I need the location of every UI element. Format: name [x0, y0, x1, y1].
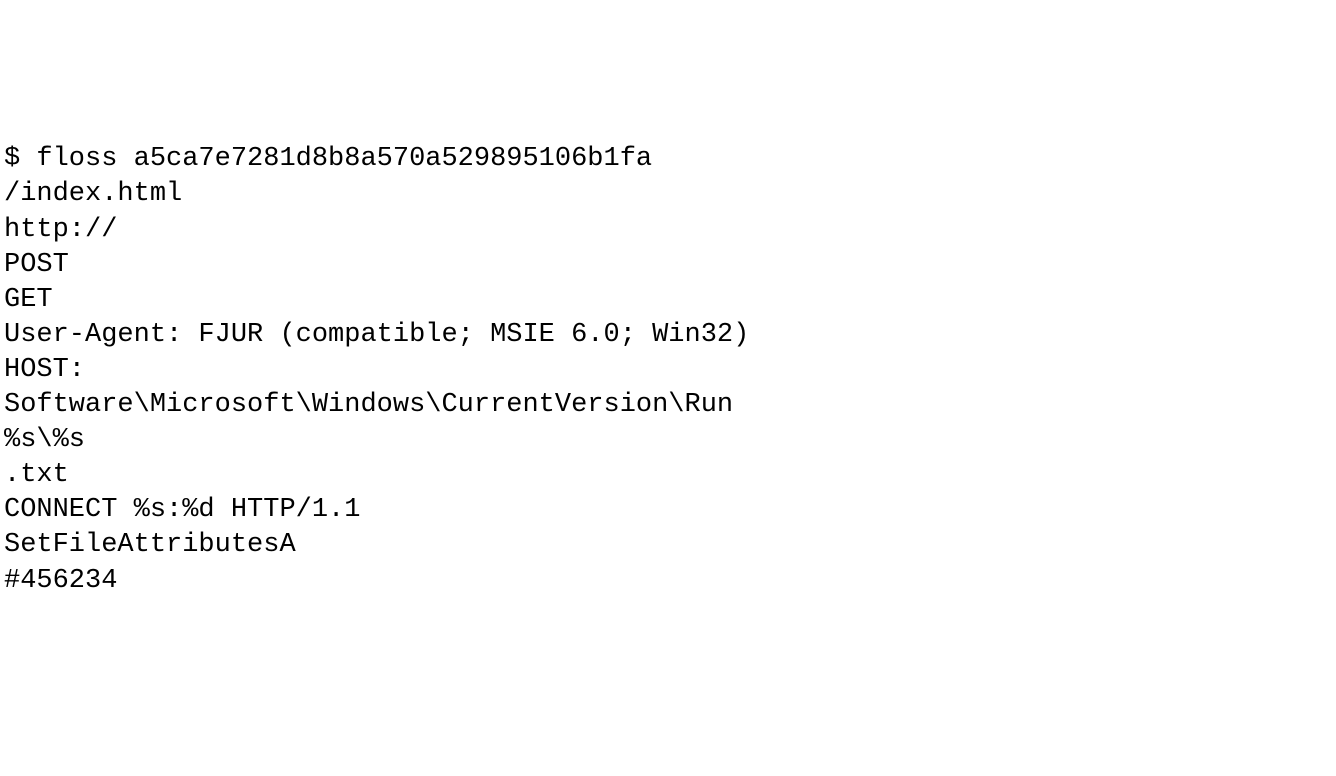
terminal-line: %s\%s	[4, 423, 1332, 458]
terminal-line: /index.html	[4, 177, 1332, 212]
terminal-line: .txt	[4, 458, 1332, 493]
terminal-line: SetFileAttributesA	[4, 528, 1332, 563]
terminal-line: http://	[4, 213, 1332, 248]
terminal-line: HOST:	[4, 353, 1332, 388]
terminal-output: $ floss a5ca7e7281d8b8a570a529895106b1fa…	[4, 142, 1332, 598]
terminal-line: $ floss a5ca7e7281d8b8a570a529895106b1fa	[4, 142, 1332, 177]
terminal-line: GET	[4, 283, 1332, 318]
terminal-line: POST	[4, 248, 1332, 283]
terminal-line: #456234	[4, 564, 1332, 599]
terminal-line: User-Agent: FJUR (compatible; MSIE 6.0; …	[4, 318, 1332, 353]
terminal-line: Software\Microsoft\Windows\CurrentVersio…	[4, 388, 1332, 423]
terminal-line: CONNECT %s:%d HTTP/1.1	[4, 493, 1332, 528]
